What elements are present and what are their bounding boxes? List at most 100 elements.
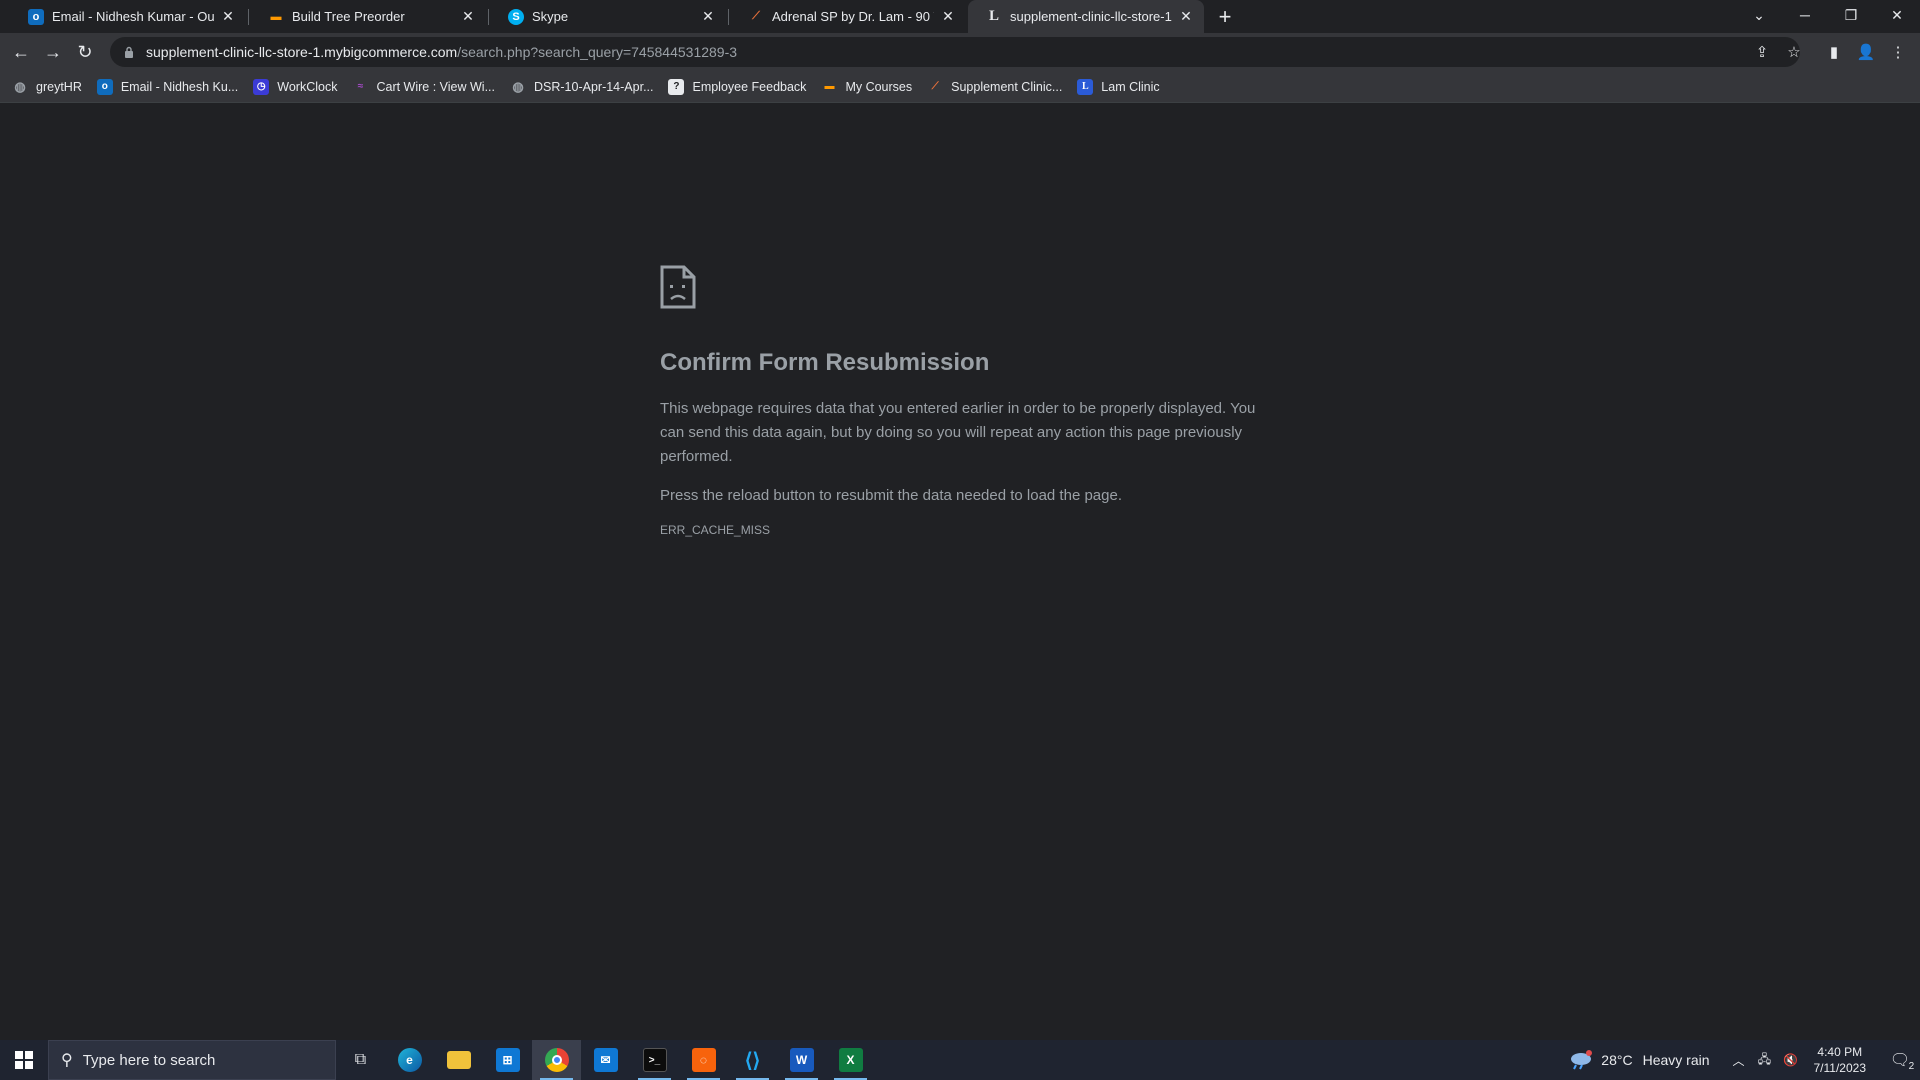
amazon-icon: ▬ [824,81,835,92]
close-icon[interactable]: ✕ [700,8,716,25]
bookmark-supplement-clinic[interactable]: ⟋ Supplement Clinic... [927,79,1063,95]
lock-icon[interactable] [122,45,136,59]
workclock-icon: ◷ [253,78,270,95]
cartwire-icon: ≈ [357,81,364,92]
tab-supplement-clinic-store[interactable]: L supplement-clinic-llc-store-1.my ✕ [968,0,1204,33]
forward-arrow-icon: → [44,41,62,62]
windows-icon [15,1051,33,1069]
browser-window: o Email - Nidhesh Kumar - Outlook ✕ ▬ Bu… [0,0,1920,1080]
side-panel-button[interactable]: ▮ [1820,38,1848,66]
bookmark-greythr[interactable]: ◍ greytHR [12,79,82,95]
bookmark-lam-clinic[interactable]: L Lam Clinic [1077,78,1160,95]
bookmark-label: Lam Clinic [1101,79,1160,94]
bookmark-workclock[interactable]: ◷ WorkClock [253,78,338,95]
bookmark-label: Email - Nidhesh Ku... [120,79,239,94]
tab-outlook[interactable]: o Email - Nidhesh Kumar - Outlook ✕ [10,0,246,33]
close-icon[interactable]: ✕ [460,8,476,25]
rain-cloud-icon [1571,1050,1593,1070]
tab-search-button[interactable]: ⌄ [1736,0,1782,30]
tab-title: supplement-clinic-llc-store-1.my [1010,9,1172,24]
app-orange-icon: ◌ [691,1048,716,1072]
taskbar-clock[interactable]: 4:40 PM 7/11/2023 [1814,1044,1867,1076]
taskbar-search-box[interactable]: ⚲ Type here to search [48,1040,336,1080]
network-icon[interactable]: 🖧 [1754,1050,1776,1071]
close-icon[interactable]: ✕ [940,8,956,25]
page-content: Confirm Form Resubmission This webpage r… [0,103,1920,1040]
start-button[interactable] [0,1040,48,1080]
windows-taskbar: ⚲ Type here to search ⧉ e ⊞ ✉ >_ ◌ ⟨⟩ W … [0,1040,1920,1080]
forward-button[interactable]: → [39,38,67,66]
excel-icon: X [838,1048,863,1072]
amazon-icon: ▬ [270,10,282,23]
taskbar-excel[interactable]: X [826,1040,875,1080]
profile-icon: 👤 [1856,44,1876,61]
system-tray: 28°C Heavy rain ︿ 🖧 🔇 4:40 PM 7/11/2023 … [1569,1040,1920,1080]
close-window-button[interactable]: ✕ [1874,0,1920,30]
globe-icon: ◍ [512,78,524,94]
reload-button[interactable]: ↻ [71,38,99,66]
side-panel-icon: ▮ [1829,44,1839,61]
tab-build-tree[interactable]: ▬ Build Tree Preorder ✕ [250,0,486,33]
weather-temp: 28°C [1601,1052,1633,1068]
bookmark-star-button[interactable]: ☆ [1780,38,1808,66]
taskbar-orange-app[interactable]: ◌ [679,1040,728,1080]
clock-date: 7/11/2023 [1813,1061,1867,1075]
url-path: /search.php?search_query=745844531289-3 [457,44,738,60]
more-vert-icon: ⋮ [1890,44,1906,61]
notification-count: 2 [1908,1061,1915,1072]
tab-title: Adrenal SP by Dr. Lam - 90 Vege [772,9,934,24]
speaker-muted-icon[interactable]: 🔇 [1780,1053,1802,1067]
bookmark-label: greytHR [36,79,82,94]
search-placeholder: Type here to search [82,1051,216,1069]
taskbar-store[interactable]: ⊞ [483,1040,532,1080]
menu-button[interactable]: ⋮ [1884,38,1912,66]
error-code: ERR_CACHE_MISS [660,523,771,537]
tab-title: Skype [532,9,569,24]
tab-adrenal-sp[interactable]: ⟋ Adrenal SP by Dr. Lam - 90 Vege ✕ [730,0,966,33]
profile-button[interactable]: 👤 [1852,38,1880,66]
edge-icon: e [397,1048,422,1072]
browser-toolbar: ← → ↻ supplement-clinic-llc-store-1.mybi… [0,33,1920,71]
bookmark-label: WorkClock [277,79,338,94]
taskbar-word[interactable]: W [777,1040,826,1080]
terminal-icon: >_ [642,1048,667,1072]
show-hidden-icons-button[interactable]: ︿ [1728,1052,1750,1069]
bookmark-dsr[interactable]: ◍ DSR-10-Apr-14-Apr... [510,79,653,95]
back-arrow-icon: ← [12,41,30,62]
error-container: Confirm Form Resubmission This webpage r… [660,265,1260,537]
taskbar-chrome[interactable] [532,1040,581,1080]
close-icon[interactable]: ✕ [1178,8,1194,25]
taskbar-vscode[interactable]: ⟨⟩ [728,1040,777,1080]
minimize-button[interactable]: ─ [1782,0,1828,30]
bookmark-employee-feedback[interactable]: ? Employee Feedback [668,78,806,95]
taskbar-task-view[interactable]: ⧉ [336,1040,385,1080]
back-button[interactable]: ← [7,38,35,66]
share-button[interactable]: ⇪ [1748,38,1776,66]
task-view-icon: ⧉ [354,1051,367,1068]
taskbar-terminal[interactable]: >_ [630,1040,679,1080]
file-explorer-icon [446,1051,471,1069]
bookmark-my-courses[interactable]: ▬ My Courses [821,79,912,95]
globe-icon: ◍ [14,78,26,94]
taskbar-file-explorer[interactable] [434,1040,483,1080]
weather-widget[interactable]: 28°C Heavy rain [1569,1050,1710,1070]
bookmark-cart-wire[interactable]: ≈ Cart Wire : View Wi... [352,79,495,95]
close-icon[interactable]: ✕ [220,8,236,25]
chevron-up-icon: ︿ [1732,1053,1745,1068]
skype-icon: S [508,8,524,25]
error-title: Confirm Form Resubmission [660,349,990,376]
taskbar-mail[interactable]: ✉ [581,1040,630,1080]
new-tab-button[interactable]: + [1213,4,1237,29]
vscode-icon: ⟨⟩ [744,1049,761,1072]
address-bar[interactable]: supplement-clinic-llc-store-1.mybigcomme… [110,37,1800,67]
mail-icon: ✉ [593,1048,618,1072]
taskbar-edge[interactable]: e [385,1040,434,1080]
restore-button[interactable]: ❐ [1828,0,1874,30]
store-icon: ⊞ [495,1048,520,1072]
tab-skype[interactable]: S Skype ✕ [490,0,726,33]
notification-center-button[interactable]: 🗨 2 [1880,1040,1920,1080]
bookmark-email[interactable]: o Email - Nidhesh Ku... [96,78,239,95]
error-description: This webpage requires data that you ente… [660,400,1256,465]
url-host: supplement-clinic-llc-store-1.mybigcomme… [146,44,458,60]
word-icon: W [789,1048,814,1072]
